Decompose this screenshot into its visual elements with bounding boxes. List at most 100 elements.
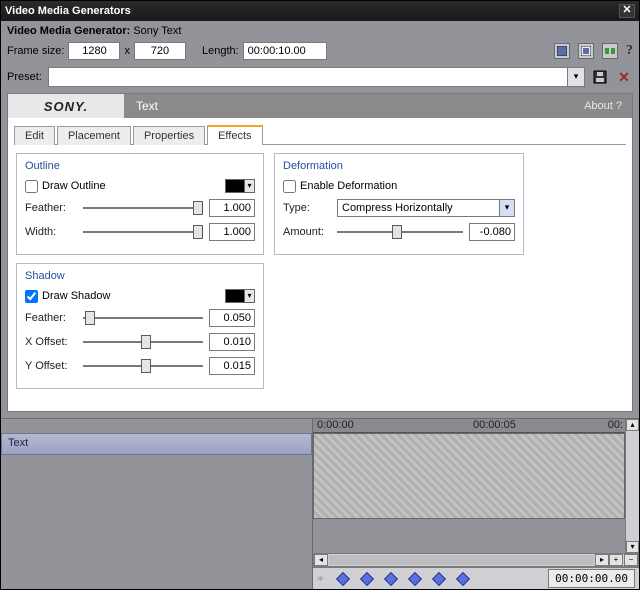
shadow-feather-slider[interactable]	[83, 310, 203, 326]
shadow-yoffset-slider[interactable]	[83, 358, 203, 374]
timeline-ruler[interactable]: 0:00:00 00:00:05 00:	[313, 419, 625, 433]
tab-placement[interactable]: Placement	[57, 126, 131, 145]
vscroll-down[interactable]: ▾	[626, 541, 639, 553]
track-label: Text	[8, 437, 28, 449]
titlebar: Video Media Generators ✕	[1, 1, 639, 21]
length-input[interactable]	[243, 42, 327, 60]
deformation-amount-value[interactable]	[469, 223, 515, 241]
shadow-yoffset-value[interactable]	[209, 357, 255, 375]
keyframe-add-icon[interactable]	[384, 571, 398, 585]
window: Video Media Generators ✕ Video Media Gen…	[0, 0, 640, 590]
tab-properties[interactable]: Properties	[133, 126, 205, 145]
keyframe-del-icon[interactable]	[408, 571, 422, 585]
shadow-legend: Shadow	[25, 270, 255, 282]
zoom-out-icon[interactable]: −	[624, 554, 638, 566]
split-icon[interactable]	[602, 43, 618, 59]
vscroll[interactable]: ▴ ▾	[625, 419, 639, 553]
enable-deformation-checkbox[interactable]	[283, 180, 296, 193]
tab-edit[interactable]: Edit	[14, 126, 55, 145]
hscroll-left[interactable]: ◂	[314, 554, 328, 566]
track-header[interactable]: Text	[1, 433, 312, 455]
draw-shadow-label: Draw Shadow	[42, 290, 110, 302]
plugin-panel: SONY. Text About ? Edit Placement Proper…	[7, 93, 633, 412]
deformation-type-dropdown[interactable]: ▾	[499, 199, 515, 217]
frame-row: Frame size: x Length: ?	[1, 39, 639, 63]
deformation-legend: Deformation	[283, 160, 515, 172]
tab-effects[interactable]: Effects	[207, 125, 262, 145]
deformation-amount-slider[interactable]	[337, 224, 463, 240]
timecode-display[interactable]: 00:00:00.00	[548, 569, 635, 588]
group-shadow: Shadow Draw Shadow ▾ Feather:	[16, 263, 264, 389]
shadow-color-dropdown[interactable]: ▾	[245, 289, 255, 303]
outline-legend: Outline	[25, 160, 255, 172]
group-deformation: Deformation Enable Deformation Type: ▾	[274, 153, 524, 255]
header-label: Video Media Generator:	[7, 25, 130, 37]
hscroll[interactable]: ◂ ▸ + −	[313, 553, 639, 567]
enable-deformation-label: Enable Deformation	[300, 180, 397, 192]
ruler-t1: 00:00:05	[473, 419, 516, 431]
outline-width-value[interactable]	[209, 223, 255, 241]
shadow-feather-label: Feather:	[25, 312, 77, 324]
outline-width-label: Width:	[25, 226, 77, 238]
timeline-right: 0:00:00 00:00:05 00: ▴ ▾ ◂ ▸	[313, 419, 639, 589]
shadow-xoffset-slider[interactable]	[83, 334, 203, 350]
timeline-area: Text 0:00:00 00:00:05 00: ▴ ▾	[1, 418, 639, 589]
keyframe-first-icon[interactable]	[336, 571, 350, 585]
frame-size-label: Frame size:	[7, 45, 64, 57]
group-outline: Outline Draw Outline ▾ Feather:	[16, 153, 264, 255]
tracklist: Text	[1, 419, 313, 589]
deformation-type-select[interactable]	[337, 199, 499, 217]
header-plugin: Sony Text	[133, 25, 181, 37]
window-title: Video Media Generators	[5, 5, 131, 17]
draw-outline-checkbox[interactable]	[25, 180, 38, 193]
header: Video Media Generator: Sony Text	[1, 21, 639, 39]
preset-input[interactable]	[48, 67, 567, 87]
playbar: ⌖ 00:00:00.00	[313, 567, 639, 589]
frame-x: x	[124, 45, 130, 57]
vscroll-up[interactable]: ▴	[626, 419, 639, 431]
marker-icon[interactable]: ⌖	[317, 571, 324, 586]
ruler-t2: 00:	[608, 419, 623, 431]
deformation-type-label: Type:	[283, 202, 331, 214]
outline-width-slider[interactable]	[83, 224, 203, 240]
keyframe-last-icon[interactable]	[456, 571, 470, 585]
outline-color-swatch[interactable]	[225, 179, 245, 193]
shadow-xoffset-label: X Offset:	[25, 336, 77, 348]
ruler-t0: 0:00:00	[317, 419, 354, 431]
keyframe-next-icon[interactable]	[432, 571, 446, 585]
delete-preset-icon[interactable]: ✕	[615, 68, 633, 86]
close-button[interactable]: ✕	[619, 4, 635, 18]
shadow-feather-value[interactable]	[209, 309, 255, 327]
brand-title: Text	[124, 94, 584, 118]
brand-band: SONY. Text About ?	[8, 94, 632, 118]
media-properties-icon[interactable]	[554, 43, 570, 59]
shadow-yoffset-label: Y Offset:	[25, 360, 77, 372]
deformation-amount-label: Amount:	[283, 226, 331, 238]
shadow-color-swatch[interactable]	[225, 289, 245, 303]
hscroll-right[interactable]: ▸	[595, 554, 609, 566]
brand-logo: SONY.	[8, 94, 124, 118]
preset-dropdown[interactable]: ▾	[567, 67, 585, 87]
tabbar: Edit Placement Properties Effects	[8, 118, 632, 144]
hscroll-bar[interactable]	[329, 555, 594, 565]
about-link[interactable]: About ?	[584, 94, 632, 118]
media-event-icon[interactable]	[578, 43, 594, 59]
length-label: Length:	[202, 45, 239, 57]
outline-color-dropdown[interactable]: ▾	[245, 179, 255, 193]
shadow-xoffset-value[interactable]	[209, 333, 255, 351]
preset-row: Preset: ▾ ✕	[1, 63, 639, 93]
keyframe-prev-icon[interactable]	[360, 571, 374, 585]
frame-height-input[interactable]	[134, 42, 186, 60]
help-icon[interactable]: ?	[626, 43, 633, 59]
draw-shadow-checkbox[interactable]	[25, 290, 38, 303]
outline-feather-value[interactable]	[209, 199, 255, 217]
frame-width-input[interactable]	[68, 42, 120, 60]
outline-feather-slider[interactable]	[83, 200, 203, 216]
outline-feather-label: Feather:	[25, 202, 77, 214]
save-preset-icon[interactable]	[591, 68, 609, 86]
preset-label: Preset:	[7, 71, 42, 83]
zoom-in-icon[interactable]: +	[609, 554, 623, 566]
draw-outline-label: Draw Outline	[42, 180, 106, 192]
timeline-clip[interactable]	[313, 433, 625, 519]
effects-content: Outline Draw Outline ▾ Feather:	[8, 145, 632, 411]
